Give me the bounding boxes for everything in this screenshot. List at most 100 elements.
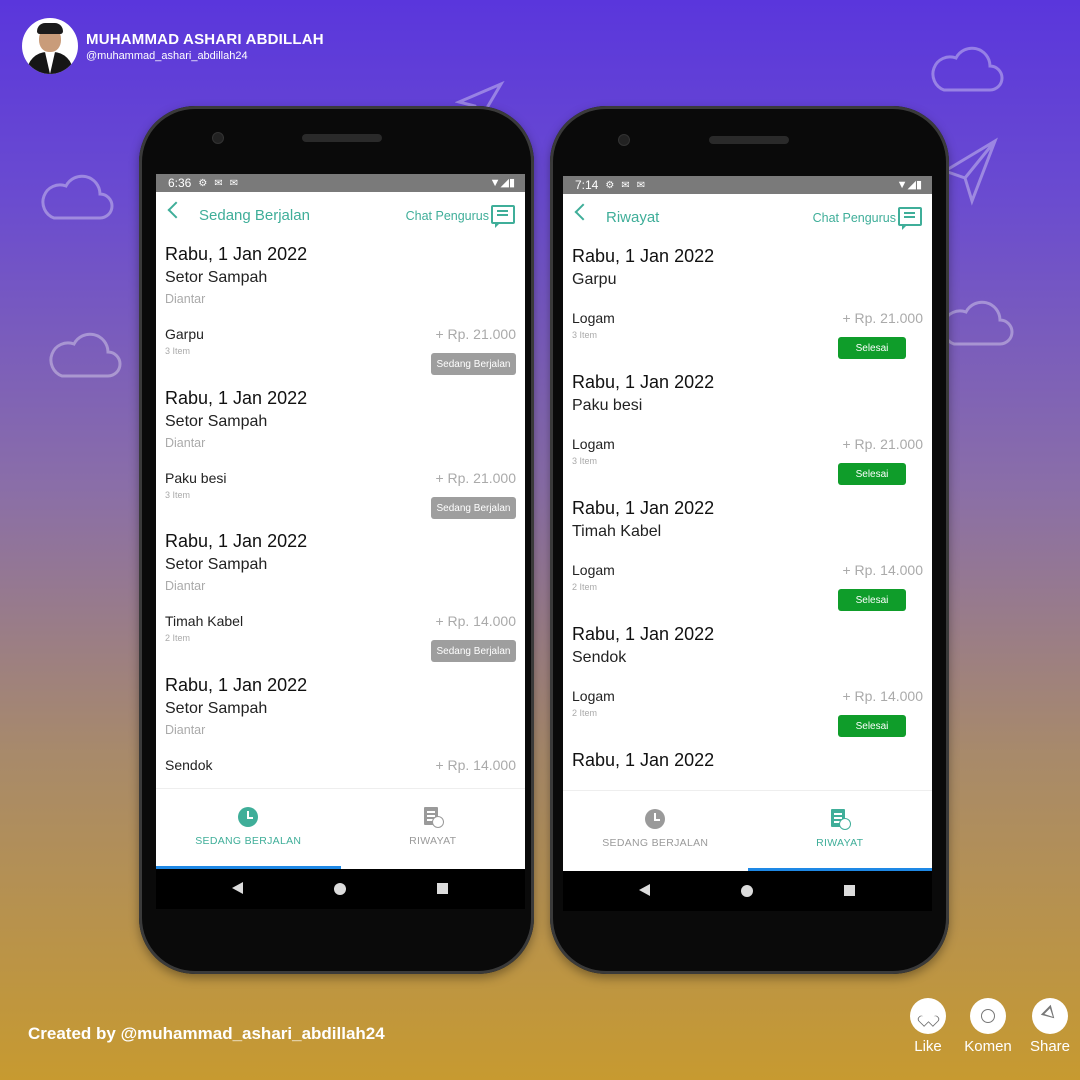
- comment-label: Komen: [964, 1038, 1012, 1055]
- item-name: Paku besi: [165, 470, 227, 486]
- nav-home-icon[interactable]: [334, 883, 346, 895]
- status-bar: 7:14 ⚙ ✉ ✉ ▼◢▮: [563, 176, 932, 194]
- send-icon: [1040, 1004, 1060, 1024]
- tab-label: RIWAYAT: [409, 835, 457, 847]
- profile-header: MUHAMMAD ASHARI ABDILLAH @muhammad_ashar…: [22, 18, 324, 74]
- profile-name: MUHAMMAD ASHARI ABDILLAH: [86, 30, 324, 48]
- tab-sedang-berjalan[interactable]: SEDANG BERJALAN: [156, 789, 341, 869]
- heart-icon: [922, 1011, 934, 1021]
- item-name: Logam: [572, 310, 615, 326]
- share-label: Share: [1029, 1038, 1071, 1055]
- cloud-icon: [41, 174, 114, 220]
- phone-left: 6:36 ⚙ ✉ ✉ ▼◢▮ Sedang Berjalan Chat Peng…: [139, 106, 534, 974]
- chat-pengurus-button[interactable]: Chat Pengurus: [813, 211, 896, 225]
- group-date: Rabu, 1 Jan 2022: [572, 750, 715, 770]
- chat-icon[interactable]: [898, 207, 922, 230]
- group-status: Diantar: [165, 579, 206, 593]
- item-count: 3 Item: [572, 330, 598, 340]
- history-doc-icon: [830, 809, 851, 830]
- cloud-icon: [941, 300, 1014, 346]
- tab-label: SEDANG BERJALAN: [602, 837, 709, 849]
- status-badge[interactable]: Sedang Berjalan: [431, 497, 516, 519]
- nav-back-icon[interactable]: [639, 884, 650, 896]
- item-name: Logam: [572, 688, 615, 704]
- transaction-list: Rabu, 1 Jan 2022 Setor Sampah Diantar Ga…: [156, 236, 525, 789]
- group-date: Rabu, 1 Jan 2022: [165, 388, 308, 408]
- like-button[interactable]: Like: [898, 998, 958, 1055]
- signal-battery-icon: ▼◢▮: [896, 179, 922, 191]
- phone-right: 7:14 ⚙ ✉ ✉ ▼◢▮ Riwayat Chat Pengurus Rab…: [550, 106, 949, 974]
- tab-label: RIWAYAT: [816, 837, 864, 849]
- cloud-icon: [49, 332, 122, 378]
- tab-riwayat[interactable]: RIWAYAT: [341, 789, 526, 869]
- status-badge[interactable]: Sedang Berjalan: [431, 353, 516, 375]
- group-type: Timah Kabel: [572, 523, 662, 540]
- chat-icon[interactable]: [491, 205, 515, 228]
- group-date: Rabu, 1 Jan 2022: [572, 246, 715, 266]
- mail-icon: ✉: [229, 177, 239, 189]
- nav-recents-icon[interactable]: [844, 885, 855, 896]
- status-badge[interactable]: Selesai: [838, 589, 906, 611]
- group-type: Garpu: [572, 271, 617, 288]
- page-title: Riwayat: [606, 209, 660, 226]
- status-bar: 6:36 ⚙ ✉ ✉ ▼◢▮: [156, 174, 525, 192]
- like-label: Like: [914, 1038, 942, 1055]
- item-count: 2 Item: [165, 633, 191, 643]
- android-nav-bar: [156, 869, 525, 909]
- paper-plane-icon: [941, 137, 998, 206]
- item-count: 3 Item: [165, 346, 191, 356]
- tab-riwayat[interactable]: RIWAYAT: [747, 791, 933, 871]
- item-price: + Rp. 14.000: [435, 757, 516, 773]
- profile-handle: @muhammad_ashari_abdillah24: [86, 49, 248, 62]
- bottom-nav: SEDANG BERJALAN RIWAYAT: [156, 788, 525, 869]
- group-type: Setor Sampah: [165, 700, 268, 717]
- group-type: Sendok: [572, 649, 627, 666]
- settings-icon: ⚙: [198, 177, 208, 189]
- group-date: Rabu, 1 Jan 2022: [165, 244, 308, 264]
- cloud-icon: [931, 46, 1004, 92]
- back-arrow-icon[interactable]: [167, 201, 185, 219]
- group-status: Diantar: [165, 292, 206, 306]
- group-type: Setor Sampah: [165, 556, 268, 573]
- tab-sedang-berjalan[interactable]: SEDANG BERJALAN: [563, 791, 748, 871]
- back-arrow-icon[interactable]: [574, 203, 592, 221]
- item-name: Garpu: [165, 326, 204, 342]
- item-count: 2 Item: [572, 582, 598, 592]
- nav-recents-icon[interactable]: [437, 883, 448, 894]
- nav-back-icon[interactable]: [232, 882, 243, 894]
- nav-home-icon[interactable]: [741, 885, 753, 897]
- credit-text: Created by @muhammad_ashari_abdillah24: [28, 1024, 385, 1043]
- group-date: Rabu, 1 Jan 2022: [572, 624, 715, 644]
- group-type: Setor Sampah: [165, 269, 268, 286]
- chat-pengurus-button[interactable]: Chat Pengurus: [406, 209, 489, 223]
- tab-label: SEDANG BERJALAN: [195, 835, 302, 847]
- group-type: Setor Sampah: [165, 413, 268, 430]
- comment-icon: [981, 1009, 995, 1023]
- item-price: + Rp. 21.000: [842, 436, 923, 452]
- item-price: + Rp. 21.000: [435, 470, 516, 486]
- status-badge[interactable]: Sedang Berjalan: [431, 640, 516, 662]
- clock-icon: [645, 809, 666, 829]
- item-price: + Rp. 21.000: [842, 310, 923, 326]
- share-button[interactable]: Share: [1020, 998, 1080, 1055]
- status-badge[interactable]: Selesai: [838, 715, 906, 737]
- group-type: Paku besi: [572, 397, 643, 414]
- app-bar: Sedang Berjalan Chat Pengurus: [156, 192, 525, 236]
- status-time: 7:14: [575, 178, 599, 192]
- group-status: Diantar: [165, 723, 206, 737]
- group-date: Rabu, 1 Jan 2022: [165, 675, 308, 695]
- comment-button[interactable]: Komen: [958, 998, 1018, 1055]
- item-name: Timah Kabel: [165, 613, 244, 629]
- android-nav-bar: [563, 871, 932, 911]
- transaction-list: Rabu, 1 Jan 2022 Garpu Logam 3 Item + Rp…: [563, 238, 932, 791]
- item-count: 3 Item: [572, 456, 598, 466]
- status-badge[interactable]: Selesai: [838, 463, 906, 485]
- item-price: + Rp. 14.000: [842, 562, 923, 578]
- settings-icon: ⚙: [605, 179, 615, 191]
- bottom-nav: SEDANG BERJALAN RIWAYAT: [563, 790, 932, 871]
- mail-icon: ✉: [621, 179, 630, 191]
- group-date: Rabu, 1 Jan 2022: [572, 498, 715, 518]
- group-status: Diantar: [165, 436, 206, 450]
- screen-sedang-berjalan: 6:36 ⚙ ✉ ✉ ▼◢▮ Sedang Berjalan Chat Peng…: [156, 174, 525, 869]
- status-badge[interactable]: Selesai: [838, 337, 906, 359]
